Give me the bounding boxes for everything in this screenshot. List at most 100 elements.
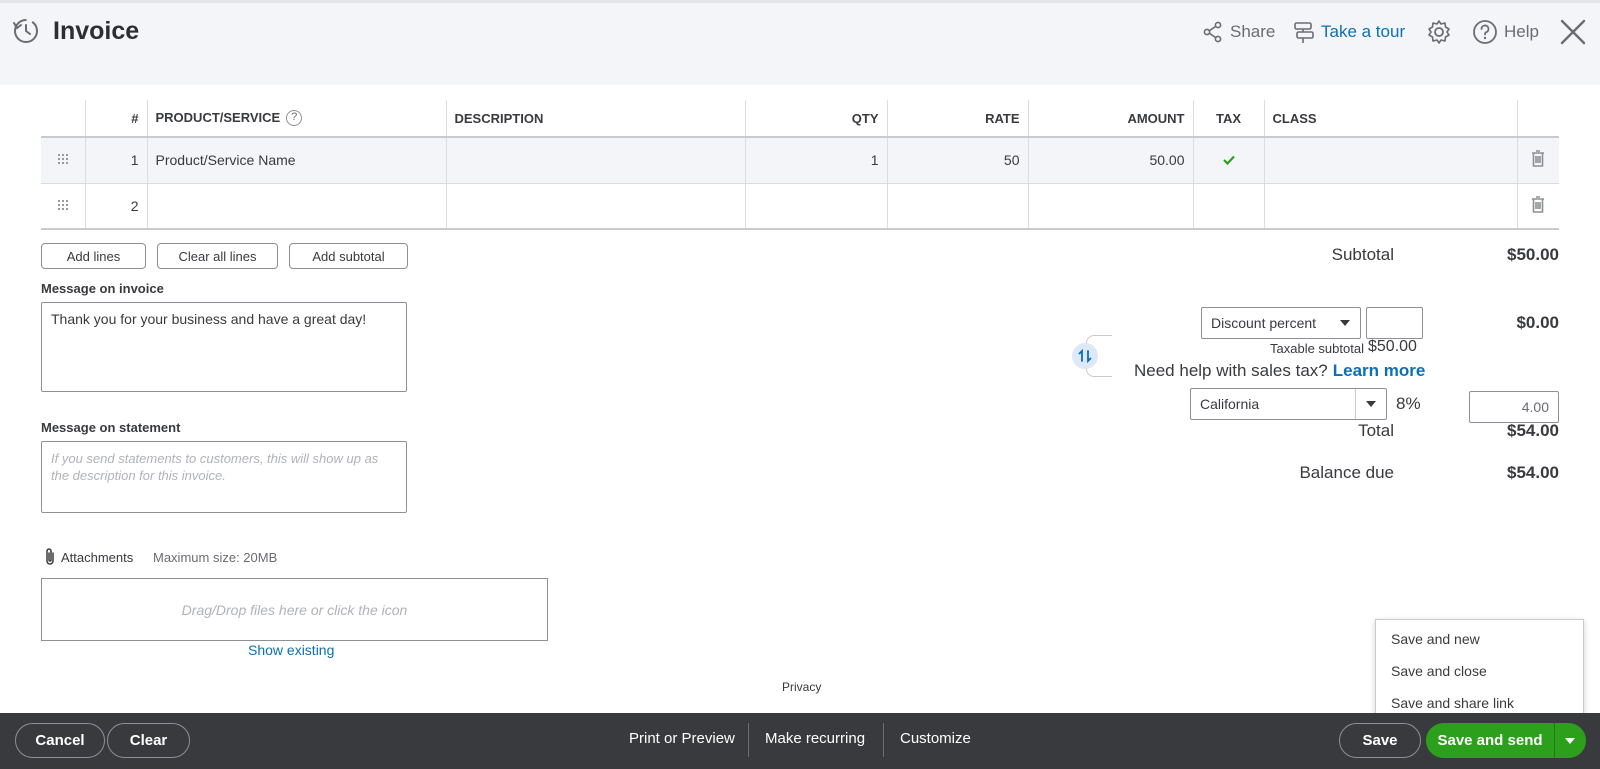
tax-cell[interactable] [1193, 183, 1265, 230]
add-subtotal-button[interactable]: Add subtotal [289, 243, 408, 269]
product-cell[interactable]: Product/Service Name [147, 137, 447, 184]
chevron-down-icon [1366, 401, 1376, 407]
drag-handle-icon[interactable] [41, 137, 86, 184]
menu-item-save-and-share-link[interactable]: Save and share link [1391, 695, 1514, 711]
qty-cell[interactable] [745, 183, 888, 230]
column-header-qty: QTY [745, 100, 888, 138]
total-label: Total [1358, 421, 1394, 440]
gear-icon [1428, 20, 1450, 44]
tax-cell[interactable] [1193, 137, 1265, 184]
add-lines-button[interactable]: Add lines [41, 243, 146, 269]
discount-type-value: Discount percent [1211, 315, 1317, 331]
total-value: $54.00 [1507, 421, 1559, 440]
column-header-product: PRODUCT/SERVICE? [147, 100, 447, 138]
page-header: Invoice Share Take a tour Help [0, 0, 1600, 85]
column-header-amount: AMOUNT [1028, 100, 1194, 138]
rate-cell[interactable]: 50 [887, 137, 1029, 184]
sales-tax-help-text: Need help with sales tax? [1134, 361, 1328, 380]
save-options-toggle[interactable] [1555, 723, 1586, 758]
menu-item-save-and-new[interactable]: Save and new [1391, 631, 1480, 647]
footer-divider [883, 723, 884, 757]
discount-value: $0.00 [1516, 313, 1559, 332]
tax-region-value: California [1200, 396, 1260, 412]
product-info-icon[interactable]: ? [286, 110, 303, 127]
close-icon [1560, 19, 1586, 45]
privacy-link[interactable]: Privacy [782, 680, 821, 694]
clear-button[interactable]: Clear [107, 723, 190, 758]
line-items-table: # PRODUCT/SERVICE? DESCRIPTION QTY RATE … [41, 100, 1559, 230]
qty-cell[interactable]: 1 [745, 137, 888, 184]
trash-icon [1532, 150, 1545, 168]
rate-cell[interactable] [887, 183, 1029, 230]
attachments-label: Attachments [61, 549, 134, 565]
balance-due-value: $54.00 [1507, 463, 1559, 482]
menu-item-save-and-close[interactable]: Save and close [1391, 663, 1487, 679]
tax-region-select[interactable]: California [1190, 388, 1387, 420]
take-a-tour-label: Take a tour [1321, 22, 1406, 41]
save-button[interactable]: Save [1339, 723, 1421, 758]
discount-input[interactable] [1366, 307, 1423, 339]
show-existing-link[interactable]: Show existing [248, 642, 334, 658]
tax-rate: 8% [1396, 394, 1421, 413]
column-header-description: DESCRIPTION [446, 100, 746, 138]
share-icon [1203, 21, 1222, 43]
column-header-number: # [85, 100, 148, 138]
class-cell[interactable] [1264, 137, 1518, 184]
amount-cell[interactable] [1028, 183, 1194, 230]
table-row: 2 [41, 183, 1559, 230]
description-cell[interactable] [446, 137, 746, 184]
select-divider [1355, 389, 1356, 419]
help-label: Help [1504, 22, 1539, 41]
amount-cell[interactable]: 50.00 [1028, 137, 1194, 184]
close-button[interactable] [1560, 17, 1586, 47]
product-header-label: PRODUCT/SERVICE [155, 109, 281, 125]
recent-history-icon[interactable] [12, 17, 40, 45]
print-or-preview-link[interactable]: Print or Preview [629, 730, 735, 747]
chevron-down-icon [1340, 320, 1350, 326]
checkmark-icon [1222, 156, 1235, 166]
line-number: 2 [85, 183, 148, 230]
attachments-max-size: Maximum size: 20MB [153, 550, 278, 565]
help-circle-icon [1473, 20, 1497, 44]
product-cell[interactable] [147, 183, 447, 230]
take-a-tour-button[interactable]: Take a tour [1293, 17, 1405, 47]
message-on-invoice-field[interactable]: Thank you for your business and have a g… [41, 302, 407, 392]
share-button[interactable]: Share [1202, 17, 1275, 47]
share-label: Share [1230, 22, 1276, 41]
delete-column-header [1517, 100, 1559, 138]
description-cell[interactable] [446, 183, 746, 230]
footer-divider [748, 723, 749, 757]
sales-tax-help: Need help with sales tax? Learn more [1134, 361, 1425, 381]
help-button[interactable]: Help [1472, 17, 1539, 47]
balance-due-label: Balance due [1299, 463, 1394, 482]
message-on-statement-label: Message on statement [41, 420, 181, 435]
save-and-send-button[interactable]: Save and send [1426, 723, 1554, 758]
save-options-menu: Save and new Save and close Save and sha… [1375, 619, 1584, 722]
message-on-statement-field[interactable]: If you send statements to customers, thi… [41, 441, 407, 513]
attachments-header: Attachments [43, 547, 133, 567]
discount-type-select[interactable]: Discount percent [1201, 307, 1361, 339]
cancel-button[interactable]: Cancel [15, 723, 105, 758]
taxable-subtotal-value: $50.00 [1368, 338, 1417, 355]
clear-all-lines-button[interactable]: Clear all lines [157, 243, 278, 269]
drag-handle-icon[interactable] [41, 183, 86, 230]
tax-amount-input[interactable]: 4.00 [1469, 391, 1559, 423]
delete-line-button[interactable] [1517, 137, 1559, 184]
subtotal-value: $50.00 [1507, 245, 1559, 264]
delete-line-button[interactable] [1517, 183, 1559, 230]
page-title: Invoice [53, 17, 140, 45]
swap-arrows-icon[interactable] [1072, 343, 1098, 369]
column-header-tax: TAX [1193, 100, 1265, 138]
settings-button[interactable] [1426, 17, 1452, 47]
paperclip-icon [46, 548, 54, 565]
customize-link[interactable]: Customize [900, 730, 971, 747]
attachments-dropzone[interactable]: Drag/Drop files here or click the icon [41, 578, 548, 641]
learn-more-link[interactable]: Learn more [1333, 361, 1426, 381]
table-header-row: # PRODUCT/SERVICE? DESCRIPTION QTY RATE … [41, 100, 1559, 138]
dropzone-text: Drag/Drop files here or click the icon [181, 601, 408, 618]
make-recurring-link[interactable]: Make recurring [765, 730, 865, 747]
line-number: 1 [85, 137, 148, 184]
class-cell[interactable] [1264, 183, 1518, 230]
drag-column-header [41, 100, 86, 138]
save-and-send-split-button: Save and send [1426, 723, 1586, 758]
